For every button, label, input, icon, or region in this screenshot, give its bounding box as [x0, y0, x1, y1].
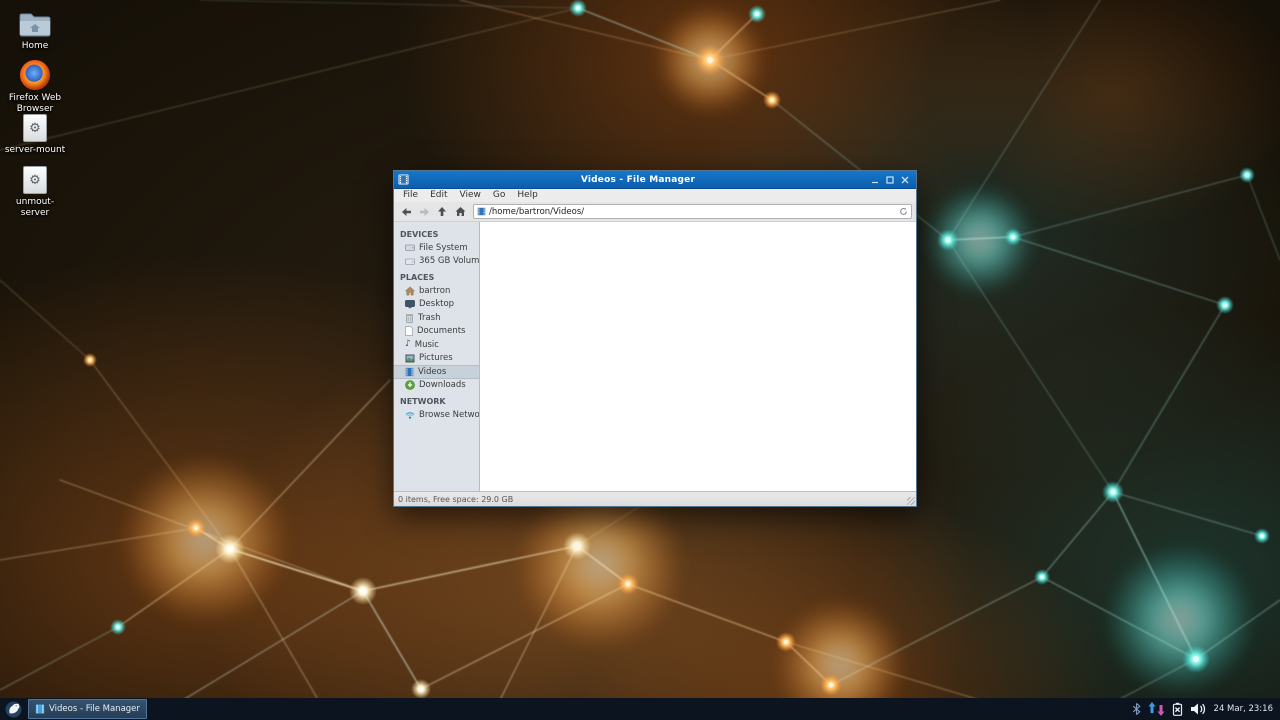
- network-traffic-icon[interactable]: [1148, 701, 1165, 717]
- bluetooth-icon[interactable]: [1132, 702, 1141, 716]
- toolbar: /home/bartron/Videos/: [394, 202, 916, 222]
- resize-grip[interactable]: [907, 497, 915, 505]
- path-text: /home/bartron/Videos/: [489, 207, 896, 217]
- titlebar[interactable]: Videos - File Manager: [394, 171, 916, 189]
- system-tray: 24 Mar, 23:16: [1132, 701, 1280, 717]
- sidebar-header-network: NETWORK: [394, 392, 479, 408]
- desktop-icon-label: Home: [22, 41, 49, 52]
- sidebar-item-365-gb-volume[interactable]: 365 GB Volume: [394, 255, 479, 269]
- reload-button[interactable]: [899, 207, 908, 216]
- taskbar: Videos - File Manager: [0, 698, 1280, 720]
- firefox-icon: [20, 60, 50, 90]
- desktop-icon-label: server-mount: [5, 145, 65, 156]
- desktop-icon-home[interactable]: Home: [2, 12, 68, 52]
- home-folder-icon: [18, 12, 52, 38]
- battery-missing-icon[interactable]: [1172, 702, 1183, 716]
- desktop-icon-label: Firefox Web Browser: [2, 93, 68, 116]
- status-text: 0 items, Free space: 29.0 GB: [398, 495, 513, 504]
- minimize-button[interactable]: [867, 173, 882, 186]
- path-entry[interactable]: /home/bartron/Videos/: [473, 204, 912, 219]
- trash-icon: [405, 313, 414, 323]
- clock[interactable]: 24 Mar, 23:16: [1214, 704, 1273, 714]
- desktop-icon-server-mount[interactable]: ⚙ server-mount: [2, 114, 68, 156]
- close-button[interactable]: [897, 173, 912, 186]
- home-icon: [405, 286, 415, 296]
- sidebar-item-documents[interactable]: Documents: [394, 325, 479, 339]
- video-film-icon: [477, 207, 486, 216]
- menu-file[interactable]: File: [397, 189, 424, 202]
- menu-view[interactable]: View: [454, 189, 487, 202]
- desktop-icon-firefox[interactable]: Firefox Web Browser: [2, 60, 68, 116]
- up-icon: [437, 206, 447, 217]
- sidebar-item-pictures[interactable]: Pictures: [394, 352, 479, 366]
- menu-go[interactable]: Go: [487, 189, 511, 202]
- network-icon: [405, 410, 415, 419]
- sidebar-item-downloads[interactable]: Downloads: [394, 379, 479, 393]
- sidebar-header-devices: DEVICES: [394, 225, 479, 241]
- sidebar-item-bartron[interactable]: bartron: [394, 284, 479, 298]
- sidebar-item-desktop[interactable]: Desktop: [394, 298, 479, 312]
- sidebar-item-browse-network[interactable]: Browse Network: [394, 408, 479, 422]
- reload-icon: [899, 207, 908, 216]
- whisker-menu-icon: [5, 701, 22, 718]
- desktop-wallpaper: Home Firefox Web Browser ⚙ server-mount …: [0, 0, 1280, 720]
- window-body: DEVICES File System 365 GB Volume PLACES…: [394, 222, 916, 491]
- statusbar: 0 items, Free space: 29.0 GB: [394, 491, 916, 506]
- file-manager-window: Videos - File Manager File Edit View Go …: [393, 170, 917, 507]
- menubar: File Edit View Go Help: [394, 189, 916, 202]
- window-title: Videos - File Manager: [409, 175, 867, 185]
- script-gear-icon: ⚙: [23, 166, 47, 194]
- video-film-icon: [398, 174, 409, 185]
- desktop-icon-label: unmout-server: [2, 197, 68, 220]
- sidebar-item-videos[interactable]: Videos: [394, 365, 479, 379]
- document-icon: [405, 326, 413, 336]
- video-film-icon: [405, 367, 414, 377]
- menu-edit[interactable]: Edit: [424, 189, 453, 202]
- up-button[interactable]: [434, 204, 450, 219]
- taskbar-window-label: Videos - File Manager: [49, 704, 140, 714]
- back-icon: [401, 207, 412, 217]
- desktop-icon-unmout-server[interactable]: ⚙ unmout-server: [2, 166, 68, 220]
- video-film-icon: [35, 704, 45, 714]
- desktop-icon: [405, 300, 415, 309]
- sidebar-item-trash[interactable]: Trash: [394, 311, 479, 325]
- volume-icon[interactable]: [1190, 702, 1207, 716]
- menu-help[interactable]: Help: [511, 189, 544, 202]
- forward-icon: [419, 207, 430, 217]
- script-gear-icon: ⚙: [23, 114, 47, 142]
- download-icon: [405, 380, 415, 390]
- music-icon: ♪: [405, 340, 411, 349]
- maximize-button[interactable]: [882, 173, 897, 186]
- sidebar: DEVICES File System 365 GB Volume PLACES…: [394, 222, 480, 491]
- sidebar-item-music[interactable]: ♪ Music: [394, 338, 479, 352]
- drive-icon: [405, 243, 415, 252]
- drive-icon: [405, 257, 415, 266]
- taskbar-window-button[interactable]: Videos - File Manager: [28, 699, 147, 719]
- sidebar-header-places: PLACES: [394, 268, 479, 284]
- file-list-view[interactable]: [480, 222, 916, 491]
- sidebar-item-file-system[interactable]: File System: [394, 241, 479, 255]
- image-icon: [405, 354, 415, 363]
- forward-button[interactable]: [416, 204, 432, 219]
- home-button[interactable]: [452, 204, 468, 219]
- home-icon: [455, 206, 466, 217]
- applications-menu-button[interactable]: [0, 698, 26, 720]
- back-button[interactable]: [398, 204, 414, 219]
